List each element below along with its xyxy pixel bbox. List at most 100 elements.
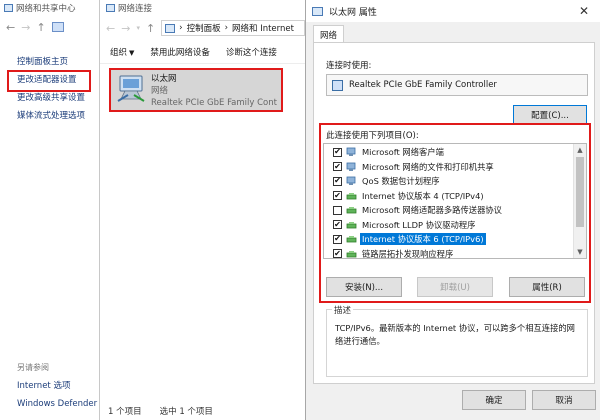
description-title: 描述 xyxy=(332,304,354,316)
cancel-button[interactable]: 取消 xyxy=(532,390,596,410)
breadcrumb-control-panel[interactable]: 控制面板 xyxy=(187,22,221,34)
scroll-down-icon[interactable]: ▼ xyxy=(574,246,586,258)
component-label: QoS 数据包计划程序 xyxy=(362,176,440,186)
window2-title: 网络连接 xyxy=(118,4,153,14)
component-label: Internet 协议版本 4 (TCP/IPv4) xyxy=(362,190,484,201)
address-bar[interactable]: › 控制面板 › 网络和 Internet xyxy=(161,20,305,36)
link-internet-options[interactable]: Internet 选项 xyxy=(0,376,100,394)
control-panel-icon xyxy=(165,23,176,33)
network-connections-window: 网络连接 ← → ▾ ↑ › 控制面板 › 网络和 Internet 组织 ▼ 禁… xyxy=(100,0,305,420)
protocol-icon xyxy=(346,205,357,215)
window1-titlebar: 网络和共享中心 xyxy=(0,0,99,16)
checkbox-checked[interactable]: ✔ xyxy=(333,249,342,258)
adapter-status: 网络 xyxy=(151,86,169,96)
network-tab-panel: 连接时使用: Realtek PCIe GbE Family Controlle… xyxy=(313,42,595,384)
window1-see-also-links: Internet 选项 Windows Defender 防火墙 xyxy=(0,376,100,412)
component-label: Microsoft 网络的文件和打印机共享 xyxy=(362,161,494,172)
up-arrow-icon[interactable]: ↑ xyxy=(146,22,155,35)
protocol-icon xyxy=(346,234,357,244)
see-also-label: 另请参阅 xyxy=(17,363,49,372)
network-window-icon xyxy=(4,4,13,12)
install-button[interactable]: 安装(N)... xyxy=(326,277,402,297)
forward-arrow-icon[interactable]: → xyxy=(121,22,130,35)
component-label: Microsoft 网络客户端 xyxy=(362,147,444,157)
organize-label: 组织 xyxy=(110,47,128,58)
back-arrow-icon[interactable]: ← xyxy=(106,22,115,35)
ethernet-adapter-tile[interactable]: 以太网 网络 Realtek PCIe GbE Family Controlle… xyxy=(109,68,283,112)
component-item[interactable]: Microsoft 网络适配器多路传送器协议 xyxy=(324,203,572,217)
component-item[interactable]: ✔ Internet 协议版本 4 (TCP/IPv4) xyxy=(324,189,572,203)
protocol-icon xyxy=(346,220,357,230)
window1-nav: ← → ↑ xyxy=(0,16,99,38)
selected-count: 选中 1 个项目 xyxy=(159,407,213,417)
forward-arrow-icon[interactable]: → xyxy=(21,21,30,34)
description-text: TCP/IPv6。最新版本的 Internet 协议，可以跨多个相互连接的网络进… xyxy=(335,323,575,346)
checkbox-checked[interactable]: ✔ xyxy=(333,147,342,157)
window2-titlebar: 网络连接 xyxy=(100,0,305,16)
organize-menu[interactable]: 组织 ▼ xyxy=(110,46,134,58)
component-label: Microsoft LLDP 协议驱动程序 xyxy=(362,219,476,230)
component-label: Internet 协议版本 6 (TCP/IPv6) xyxy=(360,233,486,245)
component-item[interactable]: ✔ Microsoft 网络客户端 xyxy=(324,145,572,159)
ok-button[interactable]: 确定 xyxy=(462,390,526,410)
link-windows-defender-firewall[interactable]: Windows Defender 防火墙 xyxy=(0,394,100,412)
description-group: 描述 TCP/IPv6。最新版本的 Internet 协议，可以跨多个相互连接的… xyxy=(326,304,588,377)
scroll-up-icon[interactable]: ▲ xyxy=(574,144,586,156)
link-media-streaming[interactable]: 媒体流式处理选项 xyxy=(0,106,100,124)
network-client-icon xyxy=(346,147,357,157)
up-arrow-icon[interactable]: ↑ xyxy=(36,21,45,34)
component-item[interactable]: ✔ QoS 数据包计划程序 xyxy=(324,174,572,188)
properties-button[interactable]: 属性(R) xyxy=(509,277,585,297)
checkbox-checked[interactable]: ✔ xyxy=(333,162,342,171)
items-label: 此连接使用下列项目(O): xyxy=(326,131,419,141)
disable-device-button[interactable]: 禁用此网络设备 xyxy=(150,46,210,58)
dialog-tabs: 网络 xyxy=(306,22,600,43)
component-item[interactable]: ✔ Microsoft LLDP 协议驱动程序 xyxy=(324,218,572,232)
device-name: Realtek PCIe GbE Family Controller xyxy=(349,80,497,90)
diagnose-connection-button[interactable]: 诊断这个连接 xyxy=(226,46,277,58)
network-window-icon xyxy=(106,4,115,12)
address-location-icon xyxy=(51,22,64,32)
connections-list: 以太网 网络 Realtek PCIe GbE Family Controlle… xyxy=(100,64,305,400)
back-arrow-icon[interactable]: ← xyxy=(6,21,15,34)
item-count: 1 个项目 xyxy=(108,407,142,417)
adapter-device: Realtek PCIe GbE Family Controller xyxy=(151,98,277,108)
checkbox-checked[interactable]: ✔ xyxy=(333,220,342,229)
uninstall-button[interactable]: 卸载(U) xyxy=(417,277,493,297)
adapter-name: 以太网 xyxy=(151,74,177,84)
component-label: Microsoft 网络适配器多路传送器协议 xyxy=(362,205,502,215)
window1-title: 网络和共享中心 xyxy=(16,4,76,14)
breadcrumb-separator-icon: › xyxy=(179,23,183,33)
dialog-titlebar: 以太网 属性 ✕ xyxy=(306,0,600,22)
ethernet-adapter-icon xyxy=(115,73,147,103)
breadcrumb-network-internet[interactable]: 网络和 Internet xyxy=(232,22,294,34)
configure-button[interactable]: 配置(C)... xyxy=(513,105,587,125)
list-scrollbar[interactable]: ▲ ▼ xyxy=(573,144,586,258)
network-adapter-icon xyxy=(332,79,343,91)
checkbox-unchecked[interactable] xyxy=(333,205,342,215)
component-item[interactable]: ✔ Microsoft 网络的文件和打印机共享 xyxy=(324,160,572,174)
link-control-panel-home[interactable]: 控制面板主页 xyxy=(0,52,100,70)
checkbox-checked[interactable]: ✔ xyxy=(333,191,342,200)
checkbox-checked[interactable]: ✔ xyxy=(333,234,342,244)
connect-using-label: 连接时使用: xyxy=(326,61,372,71)
network-client-icon xyxy=(346,162,357,172)
window2-toolbar: 组织 ▼ 禁用此网络设备 诊断这个连接 xyxy=(100,40,305,64)
protocol-icon xyxy=(346,249,357,259)
components-list[interactable]: ✔ Microsoft 网络客户端 ✔ Microsoft 网络的文件和打印机共享 ✔ Q… xyxy=(323,143,587,259)
network-client-icon xyxy=(346,176,357,186)
component-item[interactable]: ✔ 链路层拓扑发现响应程序 xyxy=(324,247,572,259)
close-icon[interactable]: ✕ xyxy=(568,0,600,22)
tab-network[interactable]: 网络 xyxy=(313,25,345,43)
dialog-title: 以太网 属性 xyxy=(329,7,377,18)
checkbox-checked[interactable]: ✔ xyxy=(333,176,342,186)
component-item[interactable]: ✔ Internet 协议版本 6 (TCP/IPv6) xyxy=(324,232,572,246)
window2-nav: ← → ▾ ↑ › 控制面板 › 网络和 Internet xyxy=(100,16,305,40)
component-label: 链路层拓扑发现响应程序 xyxy=(362,248,454,259)
scroll-thumb[interactable] xyxy=(576,157,584,227)
network-sharing-center-window: 网络和共享中心 ← → ↑ 控制面板主页 更改适配器设置 更改高级共享设置 媒体… xyxy=(0,0,100,420)
network-window-icon xyxy=(312,6,323,16)
chevron-down-icon: ▼ xyxy=(129,48,135,57)
window2-statusbar: 1 个项目 选中 1 个项目 xyxy=(100,402,305,420)
recent-dropdown-icon[interactable]: ▾ xyxy=(136,24,140,32)
